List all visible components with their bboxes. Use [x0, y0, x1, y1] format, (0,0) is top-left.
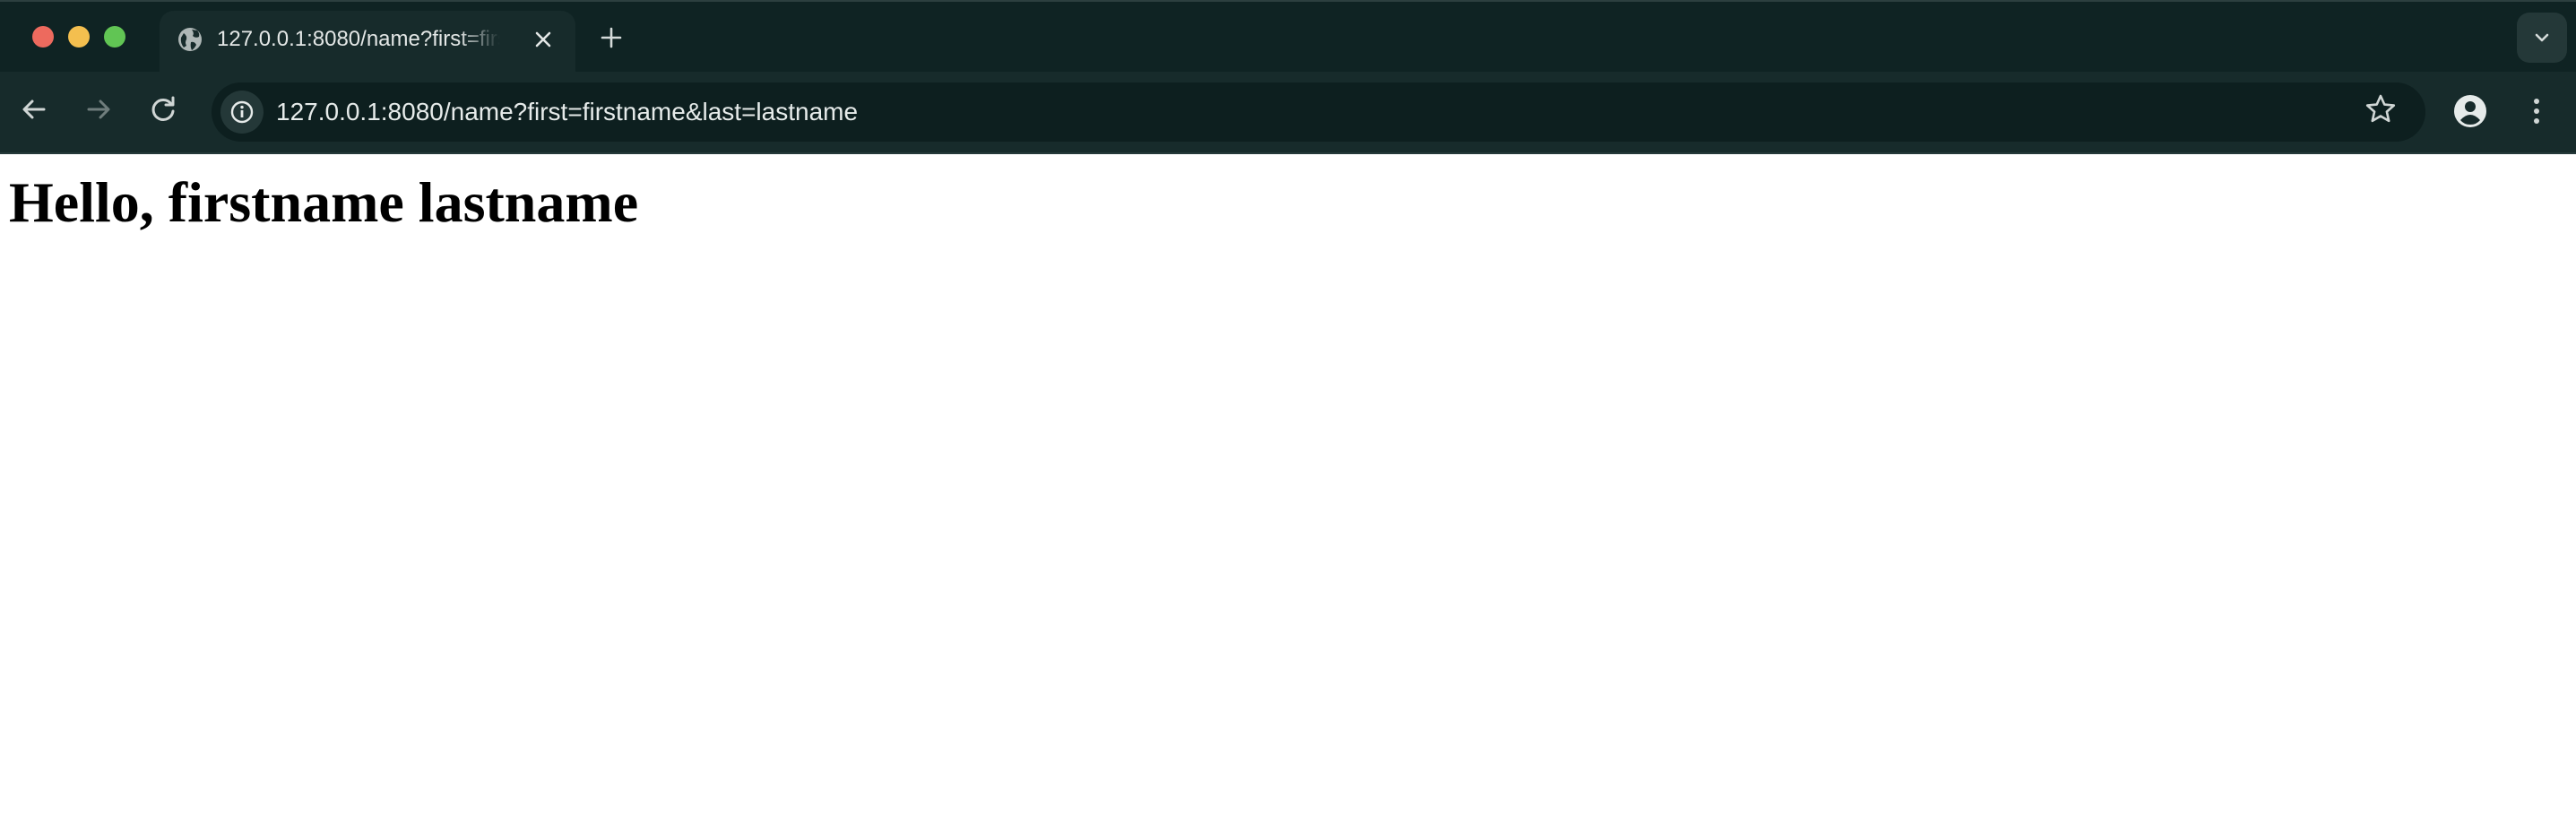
- kebab-menu-icon[interactable]: [2520, 93, 2553, 129]
- new-tab-plus-icon[interactable]: [595, 22, 627, 54]
- tab-strip: 127.0.0.1:8080/name?first=firstname&last…: [0, 0, 2576, 74]
- browser-toolbar: 127.0.0.1:8080/name?first=firstname&last…: [0, 72, 2576, 154]
- forward-arrow-icon[interactable]: [81, 91, 117, 127]
- profile-icon[interactable]: [2452, 93, 2488, 129]
- window-close-button[interactable]: [32, 26, 54, 48]
- reload-icon[interactable]: [145, 91, 181, 127]
- tab-search-button[interactable]: [2517, 13, 2567, 63]
- address-bar[interactable]: 127.0.0.1:8080/name?first=firstname&last…: [212, 82, 2425, 142]
- star-icon[interactable]: [2363, 91, 2399, 127]
- window-minimize-button[interactable]: [68, 26, 90, 48]
- tab-close-icon[interactable]: [529, 25, 558, 54]
- info-icon[interactable]: [220, 91, 264, 134]
- globe-icon: [176, 25, 204, 54]
- page-heading: Hello, firstname lastname: [9, 170, 639, 234]
- page-content: Hello, firstname lastname: [0, 154, 2576, 839]
- tab-title: 127.0.0.1:8080/name?first=firstname&last…: [217, 27, 500, 51]
- back-arrow-icon[interactable]: [16, 91, 52, 127]
- browser-tab[interactable]: 127.0.0.1:8080/name?first=firstname&last…: [160, 11, 575, 74]
- chevron-down-icon: [2535, 33, 2549, 42]
- url-text[interactable]: 127.0.0.1:8080/name?first=firstname&last…: [276, 96, 858, 128]
- window-maximize-button[interactable]: [104, 26, 125, 48]
- browser-window: 127.0.0.1:8080/name?first=firstname&last…: [0, 0, 2576, 839]
